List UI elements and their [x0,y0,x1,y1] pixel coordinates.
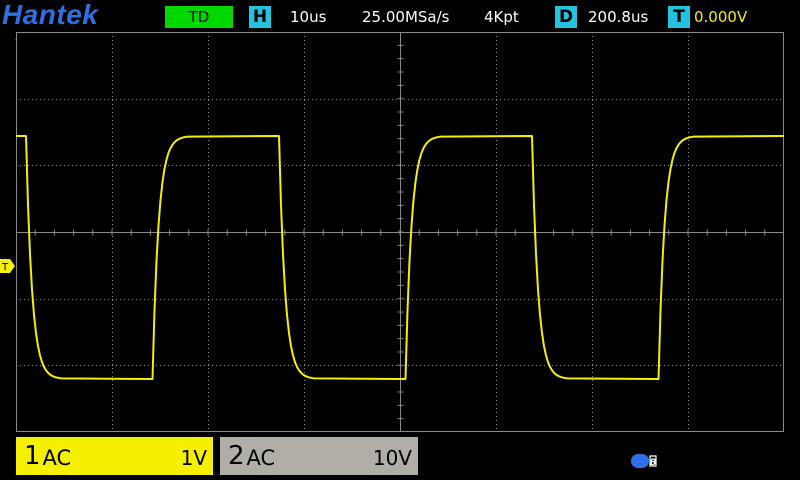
mode-indicator[interactable]: TD [165,6,233,28]
horizontal-icon: H [249,6,271,28]
channel-1-number: 1 [24,441,41,471]
sample-rate-value: 25.00MSa/s [362,8,450,26]
status-bar: Hantek TD H 10us 25.00MSa/s 4Kpt D 200.8… [0,0,800,32]
trigger-icon: T [668,6,690,28]
channel-1-coupling: AC [42,446,72,470]
delay-value[interactable]: 200.8us [588,8,648,26]
trigger-marker-label: T [1,262,9,273]
channel-2-scale: 10V [372,445,412,470]
brand-logo: Hantek [2,0,99,30]
channel-1-info[interactable]: 1 AC 1V [16,437,213,475]
timebase-value[interactable]: 10us [290,8,326,26]
usb-icon: B [631,454,657,468]
channel-2-coupling: AC [246,446,276,470]
channel-1-scale: 1V [180,445,207,470]
channel-2-number: 2 [228,441,245,471]
svg-text:B: B [650,458,657,468]
waveform-display[interactable] [16,32,784,432]
memory-depth-value[interactable]: 4Kpt [484,8,519,26]
channel-2-info[interactable]: 2 AC 10V [220,437,418,475]
trigger-position-marker: T [0,259,15,273]
delay-icon: D [555,6,577,28]
trigger-level-value[interactable]: 0.000V [694,8,747,26]
